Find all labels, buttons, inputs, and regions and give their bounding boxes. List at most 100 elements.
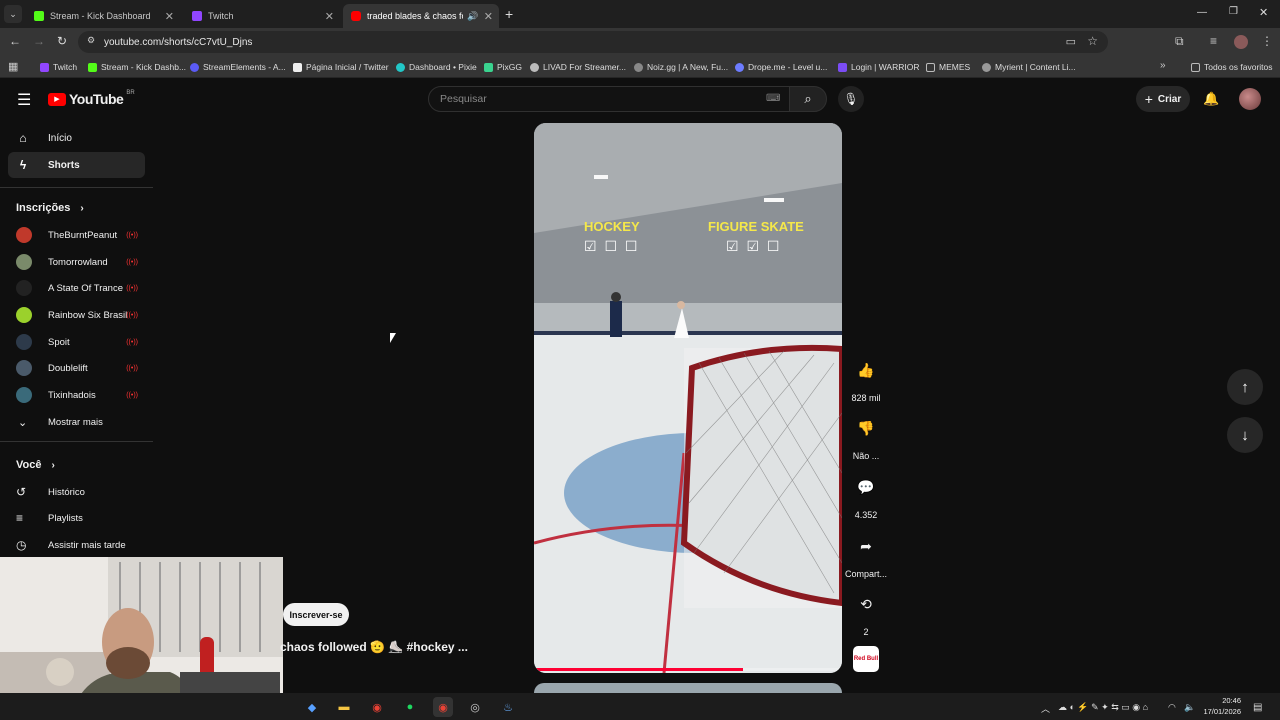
subscription-channel[interactable]: Doublelift ((•)) bbox=[16, 358, 138, 378]
subscription-channel[interactable]: Rainbow Six Brasil ((•)) bbox=[16, 305, 138, 325]
bookmark-item[interactable]: Dashboard • Pixie bbox=[396, 59, 477, 75]
progress-bar-track[interactable] bbox=[534, 668, 842, 671]
steam-icon[interactable]: ♨ bbox=[498, 697, 518, 717]
more-bookmarks-icon[interactable]: » bbox=[1160, 60, 1166, 71]
create-button[interactable]: + Criar bbox=[1136, 86, 1190, 112]
tray-app-icons[interactable]: ☁ ◐ ⚡ ✎ ✦ ⇆ ▭ ◉ ⌂ bbox=[1058, 702, 1148, 713]
previous-short-button[interactable]: ↑ bbox=[1227, 369, 1263, 405]
bookmark-item[interactable]: Drope.me - Level u... bbox=[735, 59, 827, 75]
speaker-icon[interactable]: 🔊 bbox=[467, 11, 478, 22]
close-icon[interactable]: ✕ bbox=[484, 10, 493, 23]
youtube-icon bbox=[351, 11, 361, 21]
apps-grid-icon[interactable]: ▦ bbox=[8, 60, 18, 73]
sound-thumbnail[interactable]: Red Bull bbox=[853, 646, 879, 672]
window-close-icon[interactable]: ✕ bbox=[1259, 6, 1268, 19]
back-icon[interactable]: ← bbox=[9, 34, 21, 48]
sidebar-item-shorts[interactable]: ϟ Shorts bbox=[8, 152, 145, 178]
wifi-icon[interactable]: ◠ bbox=[1168, 702, 1176, 713]
share-button[interactable]: ➦ Compart... bbox=[843, 528, 889, 580]
reload-icon[interactable]: ↻ bbox=[57, 34, 67, 48]
tray-overflow-icon[interactable]: ︿ bbox=[1041, 702, 1050, 715]
show-more-button[interactable]: ⌄ Mostrar mais bbox=[16, 412, 138, 432]
sidebar-item-history[interactable]: ↺ Histórico bbox=[16, 482, 138, 502]
next-short-preview[interactable] bbox=[534, 683, 842, 693]
file-explorer-icon[interactable]: ▬ bbox=[334, 697, 354, 717]
hamburger-menu-icon[interactable]: ☰ bbox=[17, 90, 31, 110]
restore-icon[interactable]: ❐ bbox=[1229, 6, 1238, 17]
next-short-button[interactable]: ↓ bbox=[1227, 417, 1263, 453]
search-button[interactable]: ⌕ bbox=[789, 86, 827, 112]
bookmark-item[interactable]: PixGG bbox=[484, 59, 522, 75]
notification-icon[interactable]: ▤ bbox=[1253, 702, 1262, 713]
star-icon[interactable]: ☆ bbox=[1087, 34, 1098, 48]
bookmark-item[interactable]: Twitch bbox=[40, 59, 77, 75]
obs-icon[interactable]: ◎ bbox=[465, 697, 485, 717]
extensions-icon[interactable]: ⧉ bbox=[1175, 34, 1184, 49]
short-video-player[interactable]: HOCKEY FIGURE SKATE ☑ ☐ ☐ ☑ ☑ ☐ bbox=[534, 123, 842, 673]
channel-name: TheBurntPeanut bbox=[48, 229, 118, 241]
minimize-icon[interactable]: — bbox=[1197, 7, 1207, 18]
like-button[interactable]: 👍 828 mil bbox=[846, 352, 886, 404]
bookmark-item[interactable]: Stream - Kick Dashb... bbox=[88, 59, 186, 75]
cast-icon[interactable]: ▭ bbox=[1066, 35, 1076, 48]
site-info-icon[interactable]: ⚙ bbox=[87, 35, 95, 46]
menu-icon[interactable]: ⋮ bbox=[1261, 34, 1273, 48]
address-bar[interactable]: ⚙ youtube.com/shorts/cC7vtU_Djns ▭ ☆ bbox=[78, 31, 1108, 53]
bookmark-label: Página Inicial / Twitter bbox=[306, 62, 389, 72]
close-icon[interactable]: ✕ bbox=[165, 10, 174, 23]
dislike-button[interactable]: 👎 Não ... bbox=[846, 410, 886, 462]
subscribe-button[interactable]: Inscrever-se bbox=[283, 603, 349, 626]
twitch-icon bbox=[40, 62, 49, 72]
tab-youtube-short[interactable]: traded blades & chaos follo 🔊 ✕ bbox=[343, 4, 499, 28]
tab-twitch[interactable]: Twitch ✕ bbox=[184, 4, 340, 28]
chrome-active-icon[interactable]: ◉ bbox=[433, 697, 453, 717]
browser-tab-bar: ⌄ Stream - Kick Dashboard ✕ Twitch ✕ tra… bbox=[0, 0, 1280, 28]
tab-search-icon[interactable]: ⌄ bbox=[4, 5, 22, 23]
bookmark-folder[interactable]: MEMES bbox=[926, 59, 970, 75]
remix-button[interactable]: ⟲ 2 bbox=[846, 586, 886, 638]
short-title[interactable]: chaos followed 🫡 ⛸️ #hockey ... bbox=[280, 640, 468, 654]
volume-icon[interactable]: 🔈 bbox=[1184, 702, 1195, 713]
tab-kick[interactable]: Stream - Kick Dashboard ✕ bbox=[26, 4, 180, 28]
search-input[interactable]: Pesquisar ⌨ bbox=[428, 86, 790, 112]
profile-avatar[interactable] bbox=[1234, 35, 1248, 49]
forward-icon[interactable]: → bbox=[33, 34, 45, 48]
bookmark-item[interactable]: Login | WARRIOR bbox=[838, 59, 920, 75]
plus-icon[interactable]: + bbox=[505, 6, 513, 22]
bookmark-item[interactable]: LIVAD For Streamer... bbox=[530, 59, 626, 75]
subscription-channel[interactable]: Spoit ((•)) bbox=[16, 332, 138, 352]
voice-search-button[interactable]: 🎙 bbox=[838, 86, 864, 112]
comments-button[interactable]: 💬 4.352 bbox=[846, 469, 886, 521]
bell-icon[interactable]: 🔔 bbox=[1203, 91, 1219, 107]
copilot-icon[interactable]: ◆ bbox=[302, 697, 322, 717]
bookmark-label: Todos os favoritos bbox=[1204, 62, 1273, 72]
media-icon[interactable]: ≡ bbox=[1210, 34, 1217, 48]
arrow-down-icon: ↓ bbox=[1241, 426, 1249, 444]
bookmark-item[interactable]: Noiz.gg | A New, Fu... bbox=[634, 59, 728, 75]
bookmark-item[interactable]: Myrient | Content Li... bbox=[982, 59, 1076, 75]
close-icon[interactable]: ✕ bbox=[325, 10, 334, 23]
bookmark-label: Myrient | Content Li... bbox=[995, 62, 1076, 72]
drope-icon bbox=[735, 62, 744, 72]
bookmark-item[interactable]: StreamElements - A... bbox=[190, 59, 286, 75]
subscription-channel[interactable]: Tixinhadois ((•)) bbox=[16, 385, 138, 405]
account-avatar[interactable] bbox=[1239, 88, 1261, 110]
bookmark-item[interactable]: Página Inicial / Twitter bbox=[293, 59, 389, 75]
folder-icon bbox=[1191, 62, 1200, 72]
overlay-hockey-label: HOCKEY bbox=[584, 219, 640, 234]
subscriptions-header[interactable]: Inscrições › bbox=[16, 202, 84, 214]
all-favorites-folder[interactable]: Todos os favoritos bbox=[1191, 59, 1273, 75]
chrome-icon[interactable]: ◉ bbox=[367, 697, 387, 717]
you-section-header[interactable]: Você › bbox=[16, 459, 55, 471]
subscription-channel[interactable]: Tomorrowland ((•)) bbox=[16, 252, 138, 272]
subscription-channel[interactable]: A State Of Trance ((•)) bbox=[16, 278, 138, 298]
clock[interactable]: 20:46 17/01/2026 bbox=[1199, 695, 1241, 717]
youtube-logo[interactable]: ▶ YouTube BR bbox=[48, 90, 135, 107]
sidebar-item-watch-later[interactable]: ◷ Assistir mais tarde bbox=[16, 535, 138, 555]
spotify-icon[interactable]: ● bbox=[400, 697, 420, 717]
subscription-channel[interactable]: TheBurntPeanut ((•)) bbox=[16, 225, 138, 245]
youtube-play-icon: ▶ bbox=[48, 92, 66, 106]
sidebar-item-playlists[interactable]: ≡ Playlists bbox=[16, 508, 138, 528]
sidebar-item-home[interactable]: ⌂ Início bbox=[8, 125, 145, 151]
keyboard-icon[interactable]: ⌨ bbox=[766, 93, 780, 104]
